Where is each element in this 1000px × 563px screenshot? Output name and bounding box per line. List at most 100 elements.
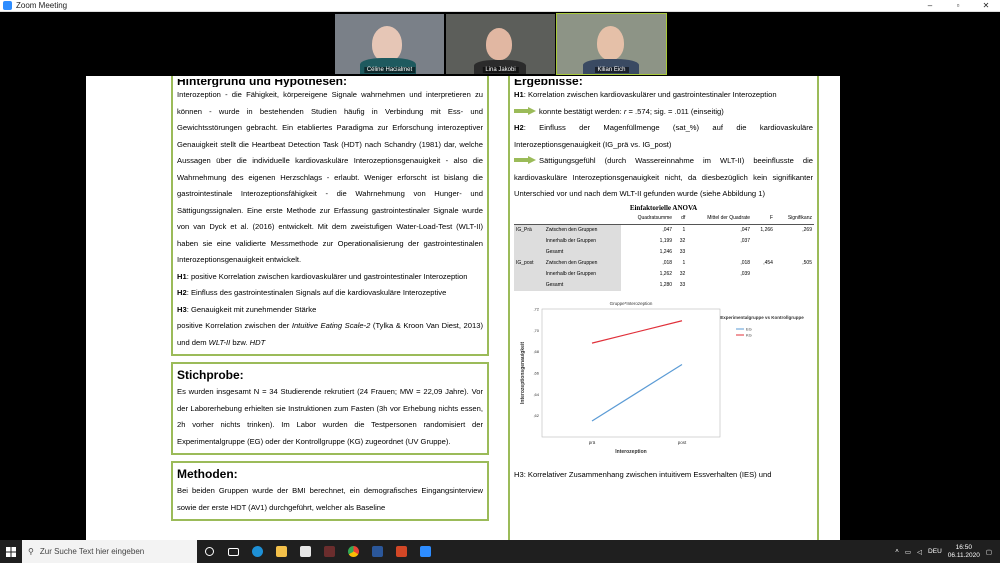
- taskbar-search-input[interactable]: ⚲ Zur Suche Text hier eingeben: [22, 540, 197, 563]
- anova-header-cell: Signifikanz: [774, 212, 814, 225]
- anova-cell: ,018: [740, 259, 751, 266]
- y-tick-label: ,70: [533, 327, 539, 332]
- anova-cell: 1: [682, 259, 686, 266]
- window-title: Zoom Meeting: [16, 1, 68, 10]
- legend-title: Experimentalgruppe vs Kontrollgruppe: [720, 315, 804, 320]
- anova-cell: 33: [679, 248, 686, 255]
- anova-cell: Zwischen den Gruppen: [543, 224, 621, 236]
- table-row: Gesamt 1,280 33: [514, 279, 814, 291]
- table-row: Gesamt 1,246 33: [514, 246, 814, 258]
- language-indicator[interactable]: DEU: [928, 548, 942, 555]
- chrome-icon[interactable]: [343, 540, 363, 563]
- anova-cell: ,505: [802, 259, 812, 266]
- hypothesis-1: H1: positive Korrelation zwischen kardio…: [177, 271, 468, 281]
- anova-header-cell: df: [674, 212, 688, 225]
- participant-tile[interactable]: Lina Jakobi: [446, 14, 555, 74]
- result-h3-cut: H3: Korrelativer Zusammenhang zwischen i…: [514, 470, 772, 479]
- x-tick-label: post: [678, 440, 687, 445]
- sample-paragraph: Es wurden insgesamt N = 34 Studierende r…: [177, 387, 483, 446]
- windows-taskbar: ⚲ Zur Suche Text hier eingeben ˄ ▭ ◁ DEU…: [0, 540, 1000, 563]
- result-h2: H2: Einfluss der Magenfüllmenge (sat_%) …: [514, 123, 813, 149]
- clock-date: 06.11.2020: [947, 551, 980, 559]
- anova-cell: ,039: [740, 270, 751, 277]
- anova-cell: IG_Prä: [514, 224, 544, 236]
- intro-paragraph: Interozeption - die Fähigkeit, körpereig…: [177, 90, 483, 264]
- search-icon: ⚲: [28, 547, 34, 556]
- y-tick-label: ,64: [533, 391, 539, 396]
- window-titlebar: Zoom Meeting – ▫ ✕: [0, 0, 1000, 12]
- anova-header-cell: F: [752, 212, 775, 225]
- anova-header-cell: Quadratsumme: [620, 212, 675, 225]
- chart-title: Gruppe*Interozeption: [610, 301, 653, 306]
- sample-box: Stichprobe: Es wurden insgesamt N = 34 S…: [171, 362, 489, 455]
- anova-cell: [752, 280, 775, 291]
- minimize-button[interactable]: –: [916, 0, 944, 11]
- table-row: Innerhalb der Gruppen 1,199 32 ,037: [514, 235, 814, 247]
- poster-left-column: Hintergrund und Hypothesen: Interozeptio…: [171, 76, 489, 527]
- anova-title: Einfaktorielle ANOVA: [629, 203, 698, 212]
- clock-time: 16:50: [955, 543, 972, 551]
- network-icon[interactable]: ▭: [905, 548, 911, 556]
- anova-cell: [514, 268, 544, 280]
- close-button[interactable]: ✕: [972, 0, 1000, 11]
- edge-browser-icon[interactable]: [247, 540, 267, 563]
- y-tick-label: ,68: [533, 349, 539, 354]
- maximize-button[interactable]: ▫: [944, 0, 972, 11]
- anova-cell: [775, 236, 814, 247]
- anova-cell: 33: [679, 281, 686, 288]
- anova-cell: Gesamt: [543, 279, 621, 291]
- shared-screen-document: Hintergrund und Hypothesen: Interozeptio…: [86, 76, 840, 540]
- system-tray: ˄ ▭ ◁ DEU 16:50 06.11.2020 ▢: [895, 544, 1000, 560]
- anova-cell: 1: [682, 226, 686, 233]
- section-title: Stichprobe:: [177, 368, 244, 382]
- anova-cell: [514, 246, 544, 258]
- powerpoint-icon[interactable]: [391, 540, 411, 563]
- volume-icon[interactable]: ◁: [917, 548, 922, 556]
- hypothesis-3-detail: positive Korrelation zwischen der Intuit…: [177, 321, 483, 347]
- word-icon[interactable]: [367, 540, 387, 563]
- tray-up-arrow-icon[interactable]: ˄: [895, 548, 899, 555]
- clock[interactable]: 16:50 06.11.2020: [948, 544, 980, 560]
- anova-cell: 1,262: [659, 270, 673, 277]
- section-title: Ergebnisse:: [514, 79, 583, 87]
- participant-tile[interactable]: Céline Hacialmet: [335, 14, 444, 74]
- methods-paragraph: Bei beiden Gruppen wurde der BMI berechn…: [177, 486, 483, 512]
- anova-cell: ,018: [662, 259, 673, 266]
- y-tick-label: ,62: [533, 413, 539, 418]
- anova-cell: 1,280: [659, 281, 673, 288]
- anova-cell: [514, 279, 544, 291]
- zoom-app-icon: [3, 1, 12, 10]
- anova-cell: Zwischen den Gruppen: [543, 257, 621, 269]
- participant-name: Lina Jakobi: [482, 67, 519, 73]
- participant-strip: Céline Hacialmet Lina Jakobi Kilian Eich: [335, 13, 667, 75]
- search-placeholder: Zur Suche Text hier eingeben: [39, 547, 145, 556]
- anova-header-cell: [514, 212, 544, 225]
- anova-cell: 1,199: [659, 237, 673, 244]
- participant-name: Céline Hacialmet: [363, 67, 416, 73]
- task-view-icon[interactable]: [199, 540, 219, 563]
- windows-start-icon[interactable]: [0, 540, 22, 563]
- store-icon[interactable]: [295, 540, 315, 563]
- result-h1: H1: Korrelation zwischen kardiovaskuläre…: [514, 90, 777, 99]
- anova-table: Quadratsumme df Mittel der Quadrate F Signif…: [514, 212, 814, 291]
- zoom-icon[interactable]: [415, 540, 435, 563]
- app-icon[interactable]: [319, 540, 339, 563]
- section-title: Methoden:: [177, 467, 238, 481]
- result-h2-finding: Sättigungsgefühl (durch Wassereinnahme i…: [514, 156, 813, 198]
- anova-cell: 1,246: [659, 248, 673, 255]
- task-view-icon[interactable]: [223, 540, 243, 563]
- y-tick-label: ,72: [533, 306, 539, 311]
- y-axis-label: Interozeptionsgenauigkeit: [520, 341, 526, 403]
- participant-tile-active[interactable]: Kilian Eich: [556, 13, 667, 75]
- table-row: IG_Prä Zwischen den Gruppen ,047 1 ,047 1,266…: [514, 224, 814, 236]
- hypothesis-2: H2: Einfluss des gastrointestinalen Sign…: [177, 288, 447, 297]
- notification-icon[interactable]: ▢: [986, 548, 992, 556]
- anova-cell: ,047: [662, 226, 673, 233]
- anova-cell: [752, 269, 775, 280]
- file-explorer-icon[interactable]: [271, 540, 291, 563]
- anova-cell: Gesamt: [543, 246, 621, 258]
- table-row: IG_post Zwischen den Gruppen ,018 1 ,018 ,454…: [514, 257, 814, 269]
- y-tick-label: ,66: [533, 370, 539, 375]
- arrow-right-icon: [514, 156, 536, 164]
- anova-cell: [775, 247, 814, 258]
